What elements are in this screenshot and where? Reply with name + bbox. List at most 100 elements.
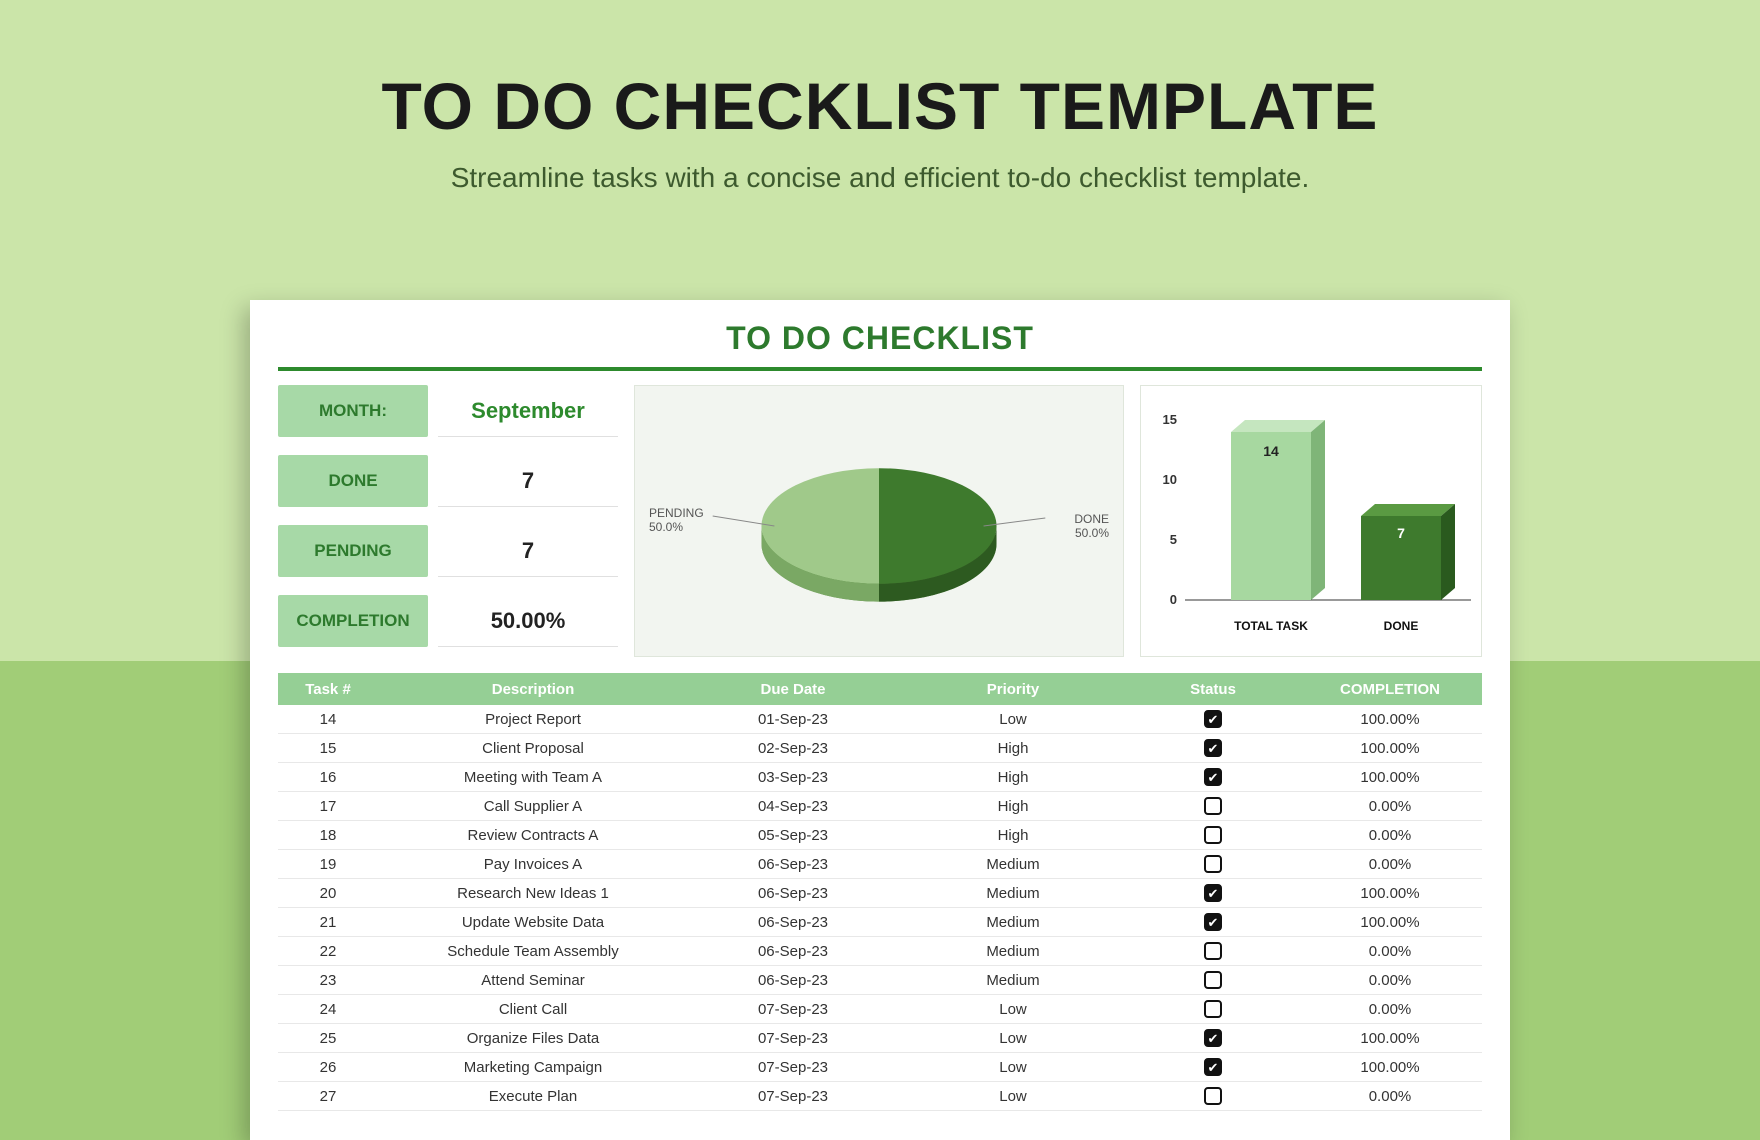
checkbox-icon[interactable] — [1204, 797, 1222, 815]
month-label: MONTH: — [278, 385, 428, 437]
cell-priority: Medium — [898, 972, 1128, 989]
cell-date: 07-Sep-23 — [688, 1001, 898, 1018]
col-date: Due Date — [688, 681, 898, 698]
cell-completion: 100.00% — [1298, 769, 1482, 786]
cell-status — [1128, 1000, 1298, 1018]
checkbox-icon[interactable] — [1204, 855, 1222, 873]
cell-task: 24 — [278, 1001, 378, 1018]
cell-status — [1128, 710, 1298, 728]
cell-priority: Low — [898, 1030, 1128, 1047]
cell-completion: 0.00% — [1298, 856, 1482, 873]
checkbox-icon[interactable] — [1204, 884, 1222, 902]
table-row: 26Marketing Campaign07-Sep-23Low100.00% — [278, 1053, 1482, 1082]
cell-task: 26 — [278, 1059, 378, 1076]
sheet-title: TO DO CHECKLIST — [278, 320, 1482, 357]
cell-desc: Update Website Data — [378, 914, 688, 931]
cell-desc: Pay Invoices A — [378, 856, 688, 873]
cell-date: 01-Sep-23 — [688, 711, 898, 728]
completion-value: 50.00% — [438, 595, 618, 647]
table-row: 24Client Call07-Sep-23Low0.00% — [278, 995, 1482, 1024]
svg-text:0: 0 — [1170, 592, 1177, 607]
cell-date: 07-Sep-23 — [688, 1059, 898, 1076]
cell-completion: 0.00% — [1298, 827, 1482, 844]
cell-task: 14 — [278, 711, 378, 728]
pending-value: 7 — [438, 525, 618, 577]
done-label: DONE — [278, 455, 428, 507]
cell-desc: Client Call — [378, 1001, 688, 1018]
cell-date: 06-Sep-23 — [688, 972, 898, 989]
table-row: 17Call Supplier A04-Sep-23High0.00% — [278, 792, 1482, 821]
cell-task: 22 — [278, 943, 378, 960]
table-row: 20Research New Ideas 106-Sep-23Medium100… — [278, 879, 1482, 908]
svg-text:7: 7 — [1397, 525, 1405, 541]
checkbox-icon[interactable] — [1204, 1087, 1222, 1105]
table-row: 21Update Website Data06-Sep-23Medium100.… — [278, 908, 1482, 937]
checkbox-icon[interactable] — [1204, 1058, 1222, 1076]
cell-completion: 100.00% — [1298, 885, 1482, 902]
cell-completion: 100.00% — [1298, 914, 1482, 931]
cell-status — [1128, 855, 1298, 873]
page-title: TO DO CHECKLIST TEMPLATE — [0, 68, 1760, 144]
cell-task: 19 — [278, 856, 378, 873]
checkbox-icon[interactable] — [1204, 1000, 1222, 1018]
bar-chart: 15 10 5 0 14 7 — [1141, 386, 1481, 656]
pie-chart-panel: PENDING 50.0% DONE 50.0% — [634, 385, 1124, 657]
cell-status — [1128, 942, 1298, 960]
checkbox-icon[interactable] — [1204, 826, 1222, 844]
checkbox-icon[interactable] — [1204, 1029, 1222, 1047]
cell-date: 07-Sep-23 — [688, 1088, 898, 1105]
cell-status — [1128, 826, 1298, 844]
cell-completion: 100.00% — [1298, 740, 1482, 757]
cell-desc: Schedule Team Assembly — [378, 943, 688, 960]
cell-status — [1128, 1087, 1298, 1105]
table-row: 25Organize Files Data07-Sep-23Low100.00% — [278, 1024, 1482, 1053]
cell-status — [1128, 797, 1298, 815]
cell-completion: 0.00% — [1298, 798, 1482, 815]
cell-task: 27 — [278, 1088, 378, 1105]
cell-priority: High — [898, 827, 1128, 844]
checkbox-icon[interactable] — [1204, 913, 1222, 931]
table-row: 22Schedule Team Assembly06-Sep-23Medium0… — [278, 937, 1482, 966]
cell-desc: Review Contracts A — [378, 827, 688, 844]
cell-desc: Execute Plan — [378, 1088, 688, 1105]
checkbox-icon[interactable] — [1204, 710, 1222, 728]
cell-priority: Low — [898, 1088, 1128, 1105]
cell-status — [1128, 739, 1298, 757]
cell-completion: 0.00% — [1298, 943, 1482, 960]
cell-status — [1128, 768, 1298, 786]
cell-priority: Low — [898, 1059, 1128, 1076]
cell-task: 17 — [278, 798, 378, 815]
col-task: Task # — [278, 681, 378, 698]
svg-text:5: 5 — [1170, 532, 1177, 547]
cell-task: 18 — [278, 827, 378, 844]
cell-desc: Meeting with Team A — [378, 769, 688, 786]
cell-desc: Attend Seminar — [378, 972, 688, 989]
cell-completion: 100.00% — [1298, 1059, 1482, 1076]
divider — [278, 367, 1482, 371]
cell-completion: 100.00% — [1298, 1030, 1482, 1047]
cell-date: 02-Sep-23 — [688, 740, 898, 757]
col-priority: Priority — [898, 681, 1128, 698]
spreadsheet-card: TO DO CHECKLIST MONTH: September DONE 7 … — [250, 300, 1510, 1140]
checkbox-icon[interactable] — [1204, 768, 1222, 786]
cell-task: 20 — [278, 885, 378, 902]
col-completion: COMPLETION — [1298, 681, 1482, 698]
table-header: Task # Description Due Date Priority Sta… — [278, 673, 1482, 705]
checkbox-icon[interactable] — [1204, 942, 1222, 960]
pie-done-label: DONE 50.0% — [1074, 512, 1109, 541]
col-status: Status — [1128, 681, 1298, 698]
svg-text:14: 14 — [1263, 443, 1279, 459]
cell-task: 23 — [278, 972, 378, 989]
checkbox-icon[interactable] — [1204, 971, 1222, 989]
cell-status — [1128, 1029, 1298, 1047]
cell-priority: High — [898, 798, 1128, 815]
cell-date: 06-Sep-23 — [688, 943, 898, 960]
month-value: September — [438, 385, 618, 437]
pending-label: PENDING — [278, 525, 428, 577]
cell-priority: Low — [898, 711, 1128, 728]
cell-priority: High — [898, 740, 1128, 757]
cell-date: 06-Sep-23 — [688, 885, 898, 902]
cell-status — [1128, 1058, 1298, 1076]
checkbox-icon[interactable] — [1204, 739, 1222, 757]
cell-task: 25 — [278, 1030, 378, 1047]
